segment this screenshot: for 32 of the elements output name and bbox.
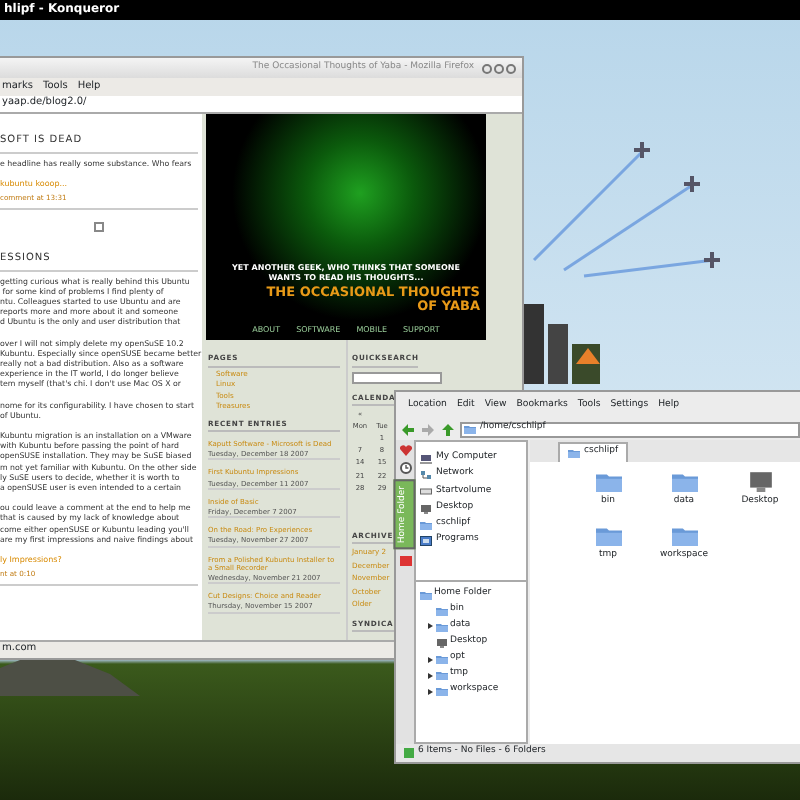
expander-icon[interactable] xyxy=(426,687,434,696)
expander-icon[interactable] xyxy=(426,622,434,631)
document-icon xyxy=(94,222,104,233)
back-icon[interactable] xyxy=(400,421,416,437)
programs-icon xyxy=(420,536,432,547)
network-icon xyxy=(420,470,432,481)
up-icon[interactable] xyxy=(440,421,456,437)
folder-icon xyxy=(436,654,448,665)
square-icon xyxy=(399,555,411,566)
folder-icon xyxy=(671,524,697,546)
status-icon xyxy=(404,748,414,758)
monitor-icon xyxy=(747,470,773,492)
expander-icon[interactable] xyxy=(426,655,434,664)
folder-icon xyxy=(436,670,448,681)
folder-icon xyxy=(436,621,448,632)
folder-icon xyxy=(420,589,432,600)
folder-icon xyxy=(595,470,621,492)
monitor-icon xyxy=(420,503,432,514)
folder-icon xyxy=(464,424,476,434)
expander-icon[interactable] xyxy=(426,671,434,680)
folder-icon xyxy=(671,470,697,492)
search-field[interactable] xyxy=(352,371,442,384)
heart-icon xyxy=(399,444,411,456)
folder-icon xyxy=(436,605,448,616)
folder-icon xyxy=(595,524,621,546)
folder-icon xyxy=(568,448,580,459)
monitor-icon xyxy=(436,638,448,649)
folder-icon xyxy=(436,686,448,697)
drive-icon xyxy=(420,486,432,497)
computer-icon xyxy=(420,453,432,464)
forward-icon[interactable] xyxy=(420,421,436,437)
folder-icon xyxy=(420,519,432,530)
